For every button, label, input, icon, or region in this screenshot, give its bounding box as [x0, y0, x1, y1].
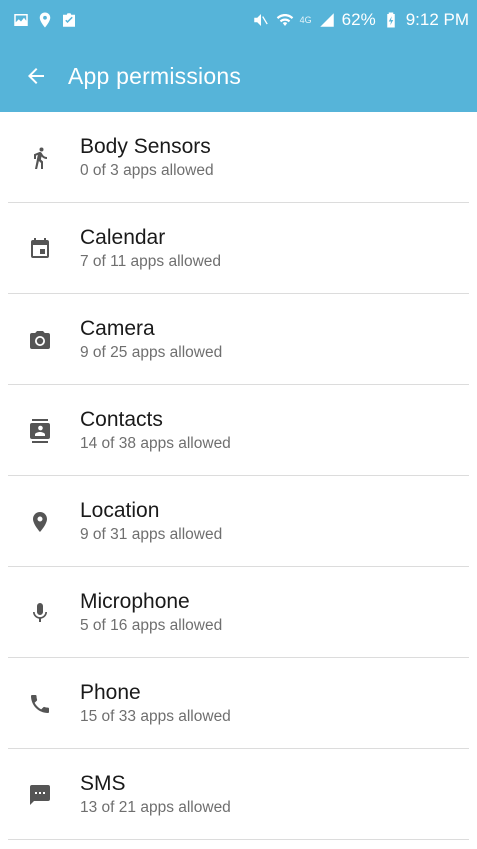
- mute-icon: [252, 11, 270, 29]
- page-title: App permissions: [68, 62, 242, 89]
- permission-item-microphone[interactable]: Microphone 5 of 16 apps allowed: [0, 567, 477, 658]
- location-icon: [22, 504, 58, 540]
- permission-name: Phone: [80, 680, 141, 704]
- permission-status: 14 of 38 apps allowed: [80, 434, 231, 452]
- permission-status: 7 of 11 apps allowed: [80, 252, 222, 270]
- permission-status: 9 of 25 apps allowed: [80, 343, 223, 361]
- permission-item-contacts[interactable]: Contacts 14 of 38 apps allowed: [0, 385, 477, 476]
- permission-item-calendar[interactable]: Calendar 7 of 11 apps allowed: [0, 203, 477, 294]
- status-bar-system: 4G 62% 9:12 PM: [252, 10, 469, 30]
- permission-status: 0 of 3 apps allowed: [80, 161, 214, 179]
- battery-icon: [382, 11, 400, 29]
- permission-name: Location: [80, 498, 160, 522]
- battery-percent: 62%: [341, 10, 376, 29]
- permission-item-sms[interactable]: SMS 13 of 21 apps allowed: [0, 749, 477, 840]
- permission-item-phone[interactable]: Phone 15 of 33 apps allowed: [0, 658, 477, 749]
- network-type: 4G: [299, 15, 312, 25]
- status-bar-notifications: [12, 11, 78, 29]
- status-bar: 4G 62% 9:12 PM: [0, 0, 477, 40]
- arrow-left-icon: [28, 68, 44, 84]
- running-person-icon: [22, 140, 58, 176]
- permission-name: SMS: [80, 771, 126, 795]
- permission-status: 9 of 31 apps allowed: [80, 525, 223, 543]
- clock: 9:12 PM: [405, 10, 469, 29]
- signal-icon: [318, 11, 336, 29]
- phone-icon: [22, 686, 58, 722]
- wifi-icon: [276, 11, 294, 29]
- permission-name: Contacts: [80, 407, 163, 431]
- permission-item-location[interactable]: Location 9 of 31 apps allowed: [0, 476, 477, 567]
- app-bar: App permissions: [0, 40, 477, 112]
- permission-item-camera[interactable]: Camera 9 of 25 apps allowed: [0, 294, 477, 385]
- permission-item-body-sensors[interactable]: Body Sensors 0 of 3 apps allowed: [0, 112, 477, 203]
- camera-icon: [22, 322, 58, 358]
- permission-name: Calendar: [80, 225, 166, 249]
- location-pin-icon: [36, 11, 54, 29]
- microphone-icon: [22, 595, 58, 631]
- contacts-icon: [22, 413, 58, 449]
- gallery-icon: [12, 11, 30, 29]
- permission-name: Microphone: [80, 589, 190, 613]
- permission-status: 5 of 16 apps allowed: [80, 616, 223, 634]
- permission-status: 15 of 33 apps allowed: [80, 707, 231, 725]
- permission-name: Body Sensors: [80, 134, 211, 158]
- permission-name: Camera: [80, 316, 155, 340]
- permission-status: 13 of 21 apps allowed: [80, 798, 231, 816]
- back-button[interactable]: [22, 62, 50, 90]
- calendar-icon: [22, 231, 58, 267]
- permissions-list: Body Sensors 0 of 3 apps allowed Calenda…: [0, 112, 477, 840]
- clipboard-check-icon: [60, 11, 78, 29]
- sms-icon: [22, 777, 58, 813]
